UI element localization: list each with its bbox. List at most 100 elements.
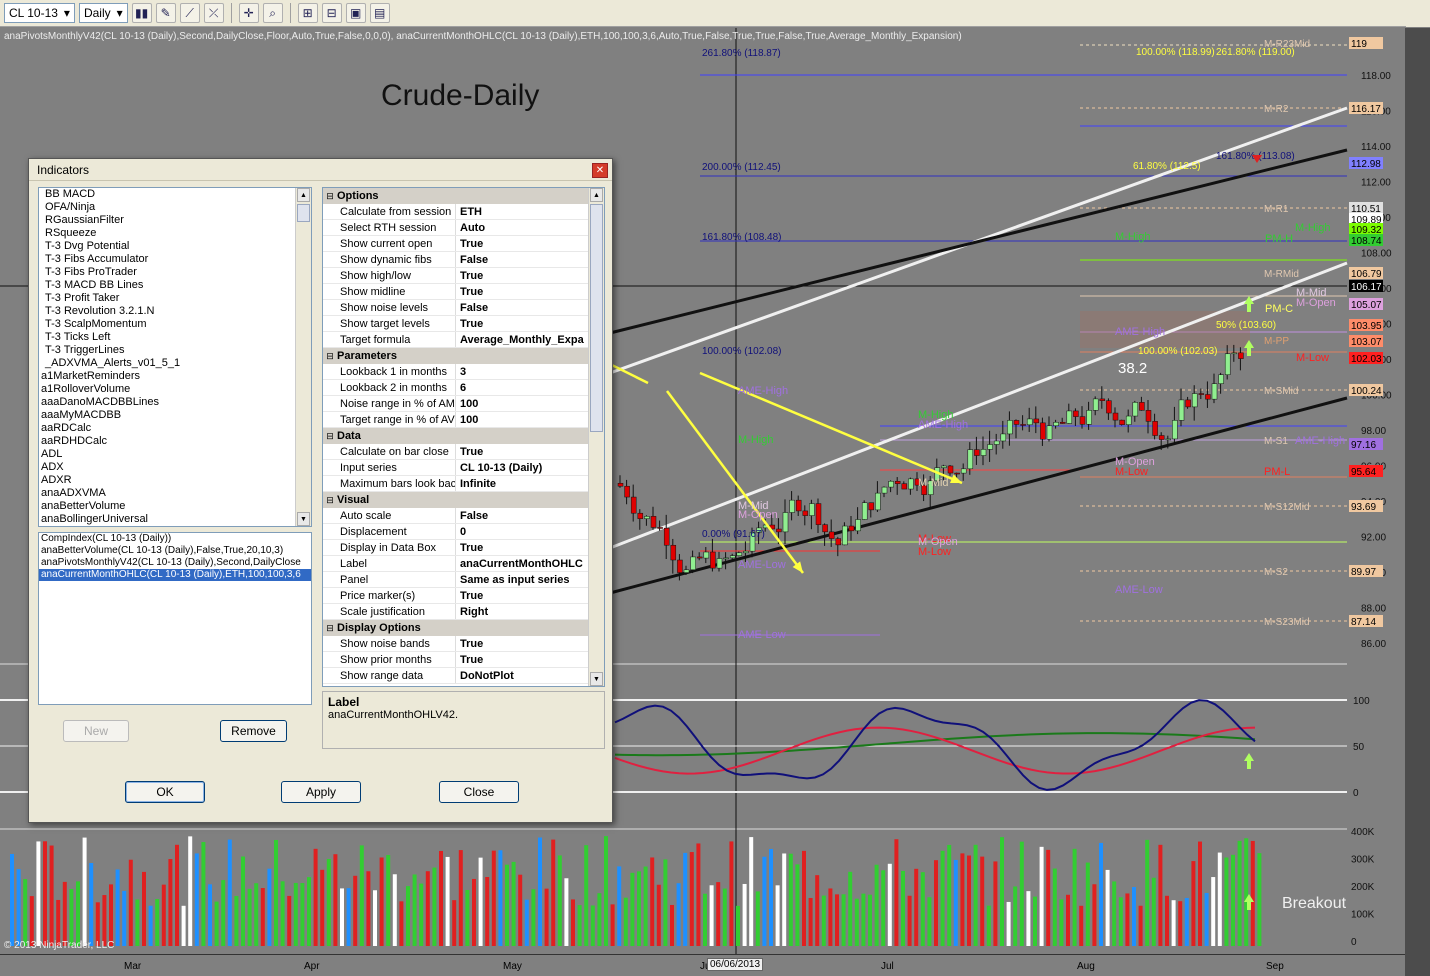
applied-indicator-item[interactable]: anaCurrentMonthOHLC(CL 10-13 (Daily),ETH…	[39, 569, 311, 581]
property-value[interactable]: True	[456, 540, 604, 555]
indicator-list-item[interactable]: anaADXVMA	[39, 487, 311, 500]
property-value[interactable]: 3	[456, 364, 604, 379]
scroll-up-icon[interactable]: ▲	[590, 188, 603, 202]
property-value[interactable]: False	[456, 508, 604, 523]
property-value[interactable]: True	[456, 652, 604, 667]
property-value[interactable]: True	[456, 284, 604, 299]
scroll-down-icon[interactable]: ▼	[590, 672, 603, 686]
property-row[interactable]: Show midline True	[323, 284, 604, 300]
property-value[interactable]: True	[456, 588, 604, 603]
property-value[interactable]: True	[456, 316, 604, 331]
property-row[interactable]: Target range in % of AV 100	[323, 412, 604, 428]
property-value[interactable]: 100	[456, 396, 604, 411]
grid-scrollbar[interactable]: ▲ ▼	[588, 188, 604, 686]
property-row[interactable]: Price marker(s) True	[323, 588, 604, 604]
available-indicators-list[interactable]: BB MACD OFA/Ninja RGaussianFilter RSqueeze T…	[38, 187, 312, 527]
applied-indicator-item[interactable]: CompIndex(CL 10-13 (Daily))	[39, 533, 311, 545]
collapse-icon[interactable]: ⊟	[323, 188, 337, 204]
property-value[interactable]: False	[456, 300, 604, 315]
property-row[interactable]: Panel Same as input series	[323, 572, 604, 588]
bar-type-icon[interactable]: ▮▮	[131, 3, 152, 23]
property-grid[interactable]: ⊟ Options Calculate from session ETH Select …	[322, 187, 605, 687]
collapse-icon[interactable]: ⊟	[323, 348, 337, 364]
collapse-icon[interactable]: ⊟	[323, 492, 337, 508]
property-row[interactable]: Noise range in % of AM 100	[323, 396, 604, 412]
property-category[interactable]: ⊟ Data	[323, 428, 604, 444]
indicator-list-item[interactable]: T-3 Fibs Accumulator	[39, 253, 311, 266]
pencil-icon[interactable]: ✎	[155, 3, 176, 23]
indicator-list-item[interactable]: T-3 MACD BB Lines	[39, 279, 311, 292]
close-button[interactable]: Close	[439, 781, 519, 803]
property-value[interactable]: Same as input series	[456, 572, 604, 587]
crosshair-icon[interactable]: ✛	[238, 3, 259, 23]
property-category[interactable]: ⊟ Visual	[323, 492, 604, 508]
strategies-icon[interactable]: ⊟	[321, 3, 342, 23]
scroll-up-icon[interactable]: ▲	[297, 188, 310, 202]
property-value[interactable]: 6	[456, 380, 604, 395]
applied-indicators-list[interactable]: CompIndex(CL 10-13 (Daily)) anaBetterVolu…	[38, 532, 312, 705]
indicator-list-item[interactable]: RSqueeze	[39, 227, 311, 240]
property-row[interactable]: Select RTH session Auto	[323, 220, 604, 236]
property-value[interactable]: True	[456, 636, 604, 651]
property-row[interactable]: Calculate from session ETH	[323, 204, 604, 220]
indicator-list-item[interactable]: T-3 Ticks Left	[39, 331, 311, 344]
indicator-list-item[interactable]: aaRDCalc	[39, 422, 311, 435]
property-row[interactable]: Display in Data Box True	[323, 540, 604, 556]
zoom-icon[interactable]: ⌕	[262, 3, 283, 23]
property-row[interactable]: Show prior months True	[323, 652, 604, 668]
property-row[interactable]: Show noise levels False	[323, 300, 604, 316]
snapshot-icon[interactable]: ▣	[345, 3, 366, 23]
property-value[interactable]: anaCurrentMonthOHLC	[456, 556, 604, 571]
indicator-list-item[interactable]: BB MACD	[39, 188, 311, 201]
indicator-list-item[interactable]: anaBollingerUniversal	[39, 513, 311, 526]
collapse-icon[interactable]: ⊟	[323, 428, 337, 444]
indicator-list-item[interactable]: a1MarketReminders	[39, 370, 311, 383]
indicator-list-item[interactable]: anaBetterVolume	[39, 500, 311, 513]
property-value[interactable]: Right	[456, 604, 604, 619]
property-row[interactable]: Label anaCurrentMonthOHLC	[323, 556, 604, 572]
scroll-thumb[interactable]	[590, 204, 603, 432]
property-row[interactable]: Target formula Average_Monthly_Expa	[323, 332, 604, 348]
property-row[interactable]: Show target levels True	[323, 316, 604, 332]
property-value[interactable]: Auto	[456, 220, 604, 235]
collapse-icon[interactable]: ⊟	[323, 620, 337, 636]
indicator-list-item[interactable]: ADL	[39, 448, 311, 461]
indicator-list-item[interactable]: OFA/Ninja	[39, 201, 311, 214]
property-value[interactable]: Infinite	[456, 476, 604, 491]
scroll-thumb[interactable]	[297, 204, 310, 222]
indicator-list-item[interactable]: a1RolloverVolume	[39, 383, 311, 396]
property-value[interactable]: Average_Monthly_Expa	[456, 332, 604, 347]
property-row[interactable]: Show range data DoNotPlot	[323, 668, 604, 684]
property-row[interactable]: Calculate on bar close True	[323, 444, 604, 460]
property-row[interactable]: Lookback 2 in months 6	[323, 380, 604, 396]
property-row[interactable]: Show high/low True	[323, 268, 604, 284]
property-row[interactable]: Show noise bands True	[323, 636, 604, 652]
draw-tool-icon[interactable]: ⟋	[179, 3, 200, 23]
applied-indicator-item[interactable]: anaPivotsMonthlyV42(CL 10-13 (Daily),Sec…	[39, 557, 311, 569]
property-category[interactable]: ⊟ Options	[323, 188, 604, 204]
indicator-list-item[interactable]: T-3 Revolution 3.2.1.N	[39, 305, 311, 318]
property-value[interactable]: True	[456, 268, 604, 283]
property-row[interactable]: Show current open True	[323, 236, 604, 252]
close-icon[interactable]: ✕	[592, 163, 608, 178]
indicators-icon[interactable]: ⊞	[297, 3, 318, 23]
indicator-list-item[interactable]: aaRDHDCalc	[39, 435, 311, 448]
property-row[interactable]: Show dynamic fibs False	[323, 252, 604, 268]
properties-icon[interactable]: ▤	[369, 3, 390, 23]
scroll-down-icon[interactable]: ▼	[297, 512, 310, 526]
indicator-list-item[interactable]: T-3 ScalpMomentum	[39, 318, 311, 331]
indicator-list-item[interactable]: T-3 TriggerLines	[39, 344, 311, 357]
indicator-list-item[interactable]: _ADXVMA_Alerts_v01_5_1	[39, 357, 311, 370]
property-value[interactable]: CL 10-13 (Daily)	[456, 460, 604, 475]
property-row[interactable]: Maximum bars look bac Infinite	[323, 476, 604, 492]
indicator-list-item[interactable]: RGaussianFilter	[39, 214, 311, 227]
indicator-list-item[interactable]: ADX	[39, 461, 311, 474]
property-value[interactable]: DoNotPlot	[456, 668, 604, 683]
ok-button[interactable]: OK	[125, 781, 205, 803]
property-category[interactable]: ⊟ Display Options	[323, 620, 604, 636]
property-value[interactable]: 100	[456, 412, 604, 427]
new-button[interactable]: New	[63, 720, 129, 742]
property-row[interactable]: Input series CL 10-13 (Daily)	[323, 460, 604, 476]
indicator-list-item[interactable]: ADXR	[39, 474, 311, 487]
property-row[interactable]: Scale justification Right	[323, 604, 604, 620]
